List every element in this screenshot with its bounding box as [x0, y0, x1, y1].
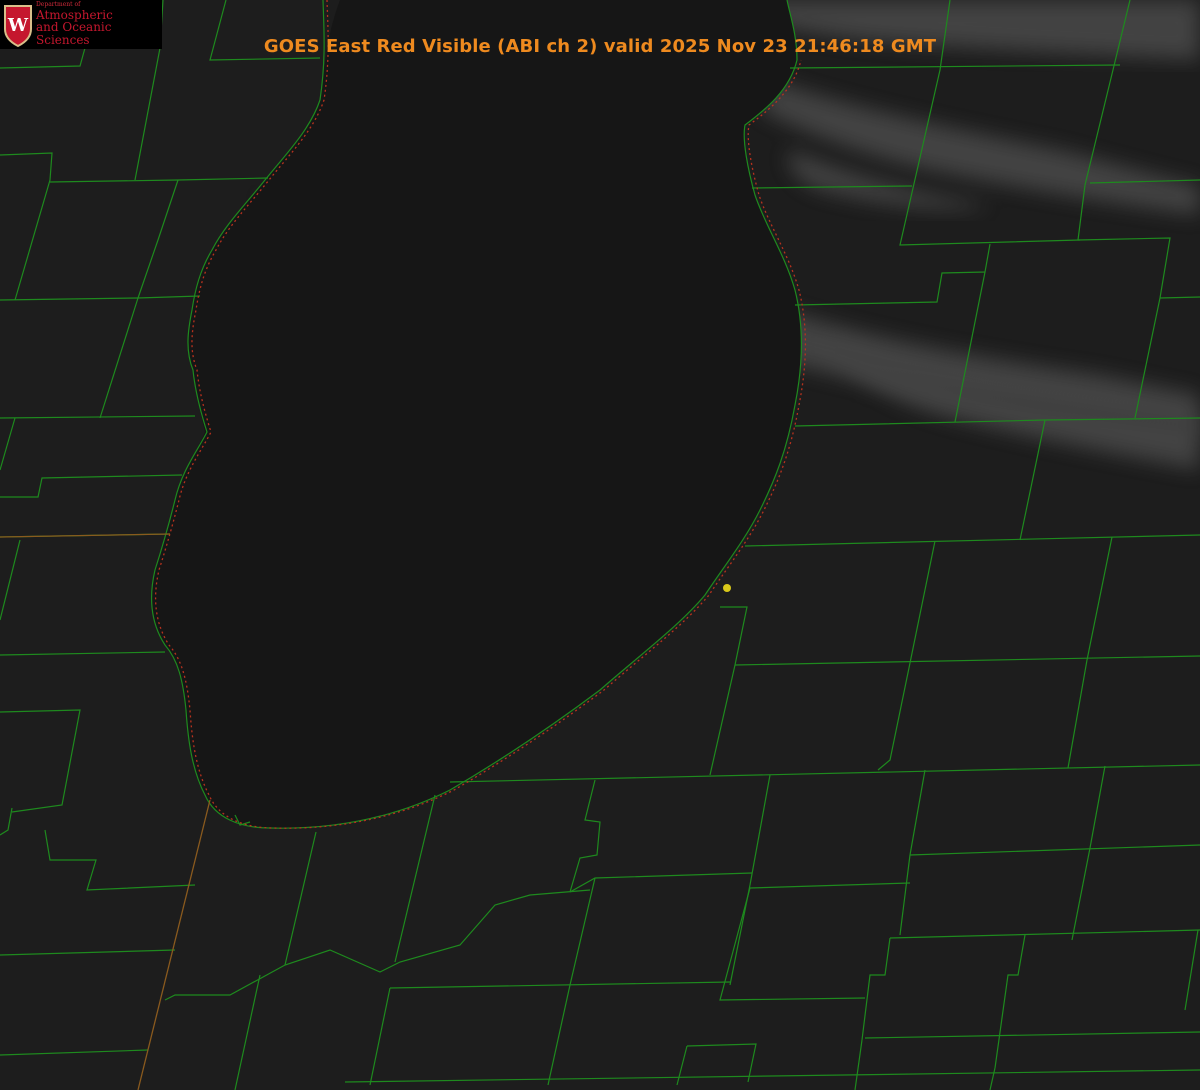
satellite-map: W Department of Atmospheric and Oceanic …	[0, 0, 1200, 1090]
site-marker	[723, 584, 731, 592]
crest-letter: W	[7, 15, 29, 36]
map-canvas	[0, 0, 1200, 1090]
image-title: GOES East Red Visible (ABI ch 2) valid 2…	[263, 36, 937, 57]
